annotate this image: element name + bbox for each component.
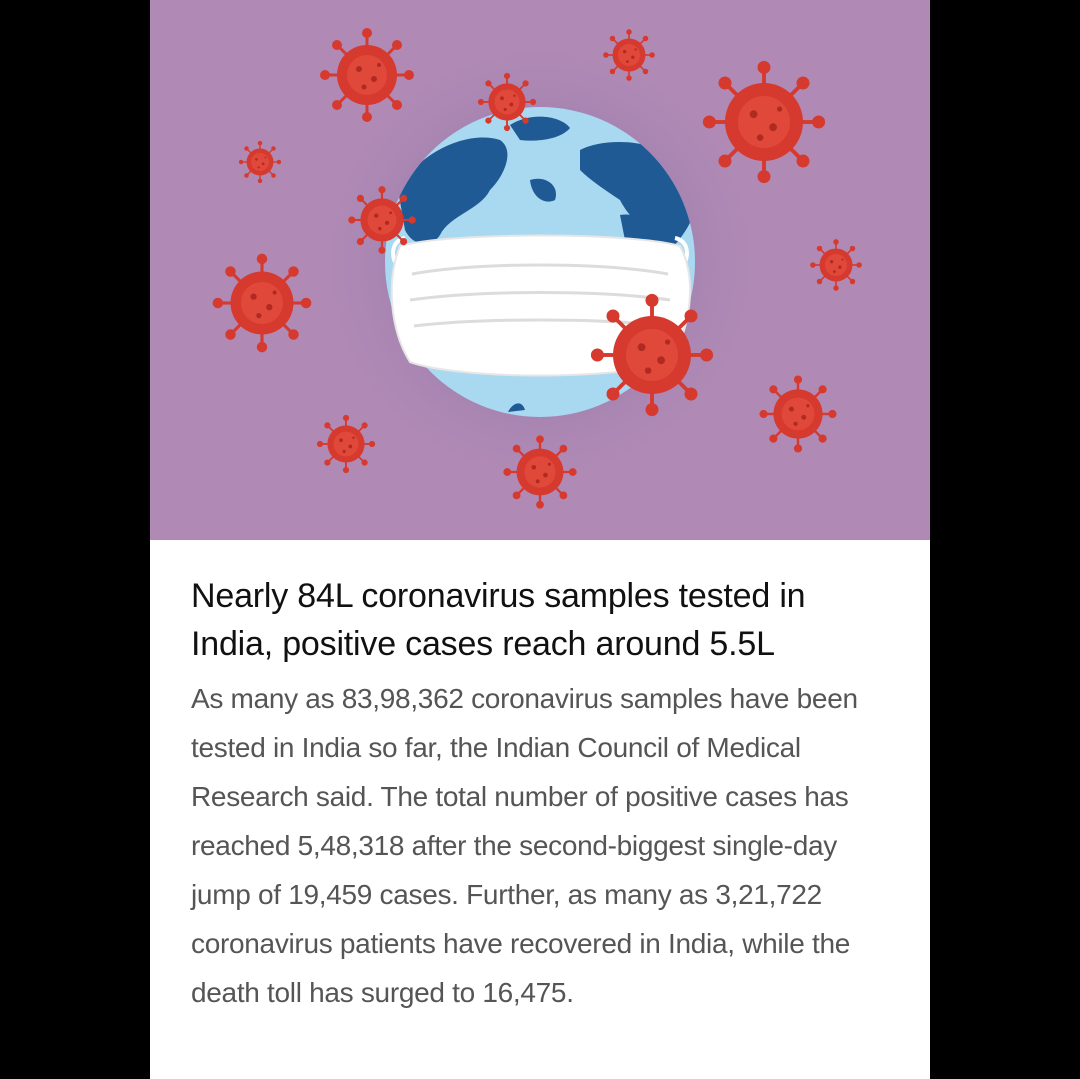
globe-with-mask-illustration	[212, 27, 862, 509]
news-card[interactable]: Nearly 84L coronavirus samples tested in…	[150, 0, 930, 1079]
virus-icon	[320, 28, 414, 122]
virus-icon	[603, 29, 655, 81]
virus-icon	[316, 414, 376, 474]
hero-illustration	[150, 0, 930, 540]
virus-icon	[590, 293, 714, 417]
virus-icon	[238, 140, 282, 184]
virus-icon	[810, 239, 862, 291]
virus-icon	[503, 435, 577, 509]
virus-icon	[759, 375, 837, 453]
virus-icon	[348, 186, 416, 254]
virus-icon	[702, 60, 826, 184]
article-body: Nearly 84L coronavirus samples tested in…	[191, 572, 891, 1017]
article-headline[interactable]: Nearly 84L coronavirus samples tested in…	[191, 572, 891, 668]
article-summary: As many as 83,98,362 coronavirus samples…	[191, 683, 858, 1008]
virus-icon	[212, 253, 312, 353]
virus-icon	[477, 72, 537, 132]
